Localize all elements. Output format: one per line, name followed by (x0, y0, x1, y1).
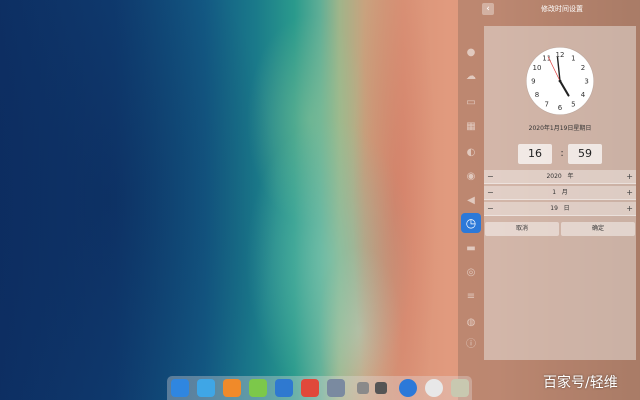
terminal-icon[interactable] (375, 382, 387, 394)
personalization-icon[interactable]: ◐ (464, 146, 478, 160)
clock-numeral: 7 (544, 100, 548, 108)
time-separator: : (560, 148, 564, 159)
clock-numeral: 2 (581, 64, 585, 72)
shutdown-icon[interactable] (399, 379, 417, 397)
display-icon[interactable]: ▭ (464, 96, 478, 110)
day-value[interactable]: 19 (550, 205, 558, 212)
power-icon[interactable]: ▬ (464, 242, 478, 256)
dock (167, 376, 472, 400)
update-icon[interactable]: ◍ (464, 316, 478, 330)
current-date-text: 2020年1月19日星期日 (528, 125, 592, 132)
day-increment-button[interactable]: + (626, 202, 633, 216)
network-icon[interactable]: ◉ (464, 170, 478, 184)
clock-numeral: 11 (542, 54, 551, 62)
cancel-button[interactable]: 取消 (485, 222, 559, 236)
datetime-settings-content: 12 1 2 3 4 5 6 7 8 9 10 11 2020年1月19日星期日 16 : 59 − … (484, 26, 636, 360)
watermark: 百家号/轻维 (543, 375, 618, 391)
month-value[interactable]: 1 (552, 189, 556, 196)
clock-numeral: 5 (571, 100, 575, 108)
year-value[interactable]: 2020 (546, 173, 561, 180)
panel-title: 修改时间设置 (541, 5, 583, 13)
mouse-icon[interactable]: ◎ (464, 266, 478, 280)
launcher-icon[interactable] (171, 379, 189, 397)
clock-numeral: 9 (531, 77, 535, 85)
clock-numeral: 4 (581, 91, 586, 99)
settings-icon[interactable] (327, 379, 345, 397)
info-icon[interactable]: ⓘ (464, 338, 478, 352)
month-stepper: − 1 月 + (484, 186, 636, 200)
year-increment-button[interactable]: + (626, 170, 633, 184)
minute-input[interactable]: 59 (568, 144, 602, 164)
control-center-nav: ● ☁ ▭ ▦ ◐ ◉ ◀ ◷ ▬ ◎ ≡ ◍ ⓘ (458, 0, 484, 360)
clock-applet-icon[interactable] (425, 379, 443, 397)
show-desktop-icon[interactable] (357, 382, 369, 394)
confirm-button[interactable]: 确定 (561, 222, 635, 236)
clock-numeral: 3 (584, 77, 588, 85)
clock-numeral: 10 (533, 64, 542, 72)
month-unit: 月 (561, 189, 568, 196)
analog-clock: 12 1234567891011 (526, 47, 594, 115)
clock-center (558, 79, 562, 83)
clock-numeral: 8 (535, 91, 539, 99)
control-center-panel: ● ☁ ▭ ▦ ◐ ◉ ◀ ◷ ▬ ◎ ≡ ◍ ⓘ ‹ 修改时间设置 12 1 2 3 4 5 6 7 8 9 10 11 2… (458, 0, 640, 400)
day-unit: 日 (563, 205, 570, 212)
music-icon[interactable] (249, 379, 267, 397)
sound-icon[interactable]: ◀ (464, 194, 478, 208)
trash-icon[interactable] (451, 379, 469, 397)
hour-input[interactable]: 16 (518, 144, 552, 164)
video-icon[interactable] (275, 379, 293, 397)
app-store-icon[interactable] (223, 379, 241, 397)
account-icon[interactable]: ● (464, 46, 478, 60)
year-unit: 年 (567, 173, 574, 180)
clock-numeral: 6 (558, 104, 563, 112)
default-apps-icon[interactable]: ▦ (464, 120, 478, 134)
cloud-icon[interactable]: ☁ (464, 70, 478, 84)
clock-numeral: 1 (571, 54, 575, 62)
keyboard-icon[interactable]: ≡ (464, 290, 478, 304)
day-stepper: − 19 日 + (484, 202, 636, 216)
chrome-icon[interactable] (301, 379, 319, 397)
month-increment-button[interactable]: + (626, 186, 633, 200)
file-manager-icon[interactable] (197, 379, 215, 397)
datetime-icon[interactable]: ◷ (461, 213, 481, 233)
year-stepper: − 2020 年 + (484, 170, 636, 184)
